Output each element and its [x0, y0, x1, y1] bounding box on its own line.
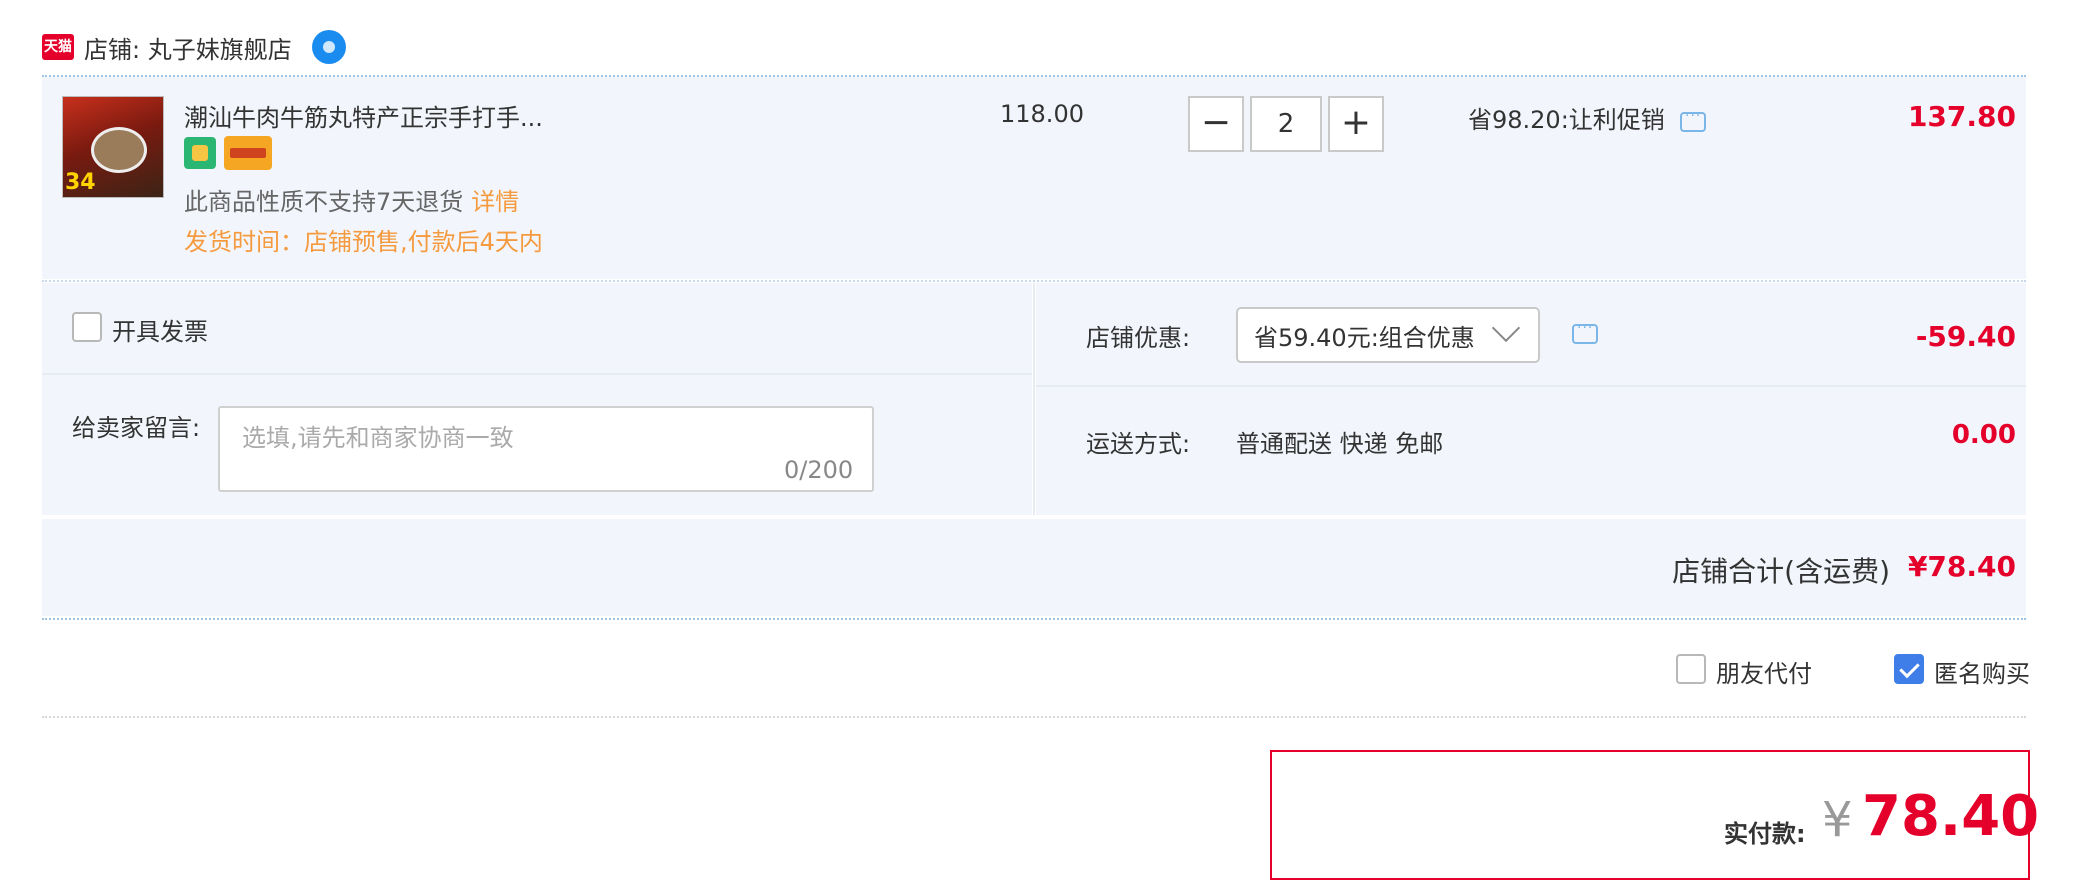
anonymous-checkbox[interactable] [1894, 654, 1924, 684]
anonymous-label: 匿名购买 [1934, 660, 2030, 688]
divider [42, 716, 2026, 718]
quantity-plus-button[interactable]: + [1328, 96, 1384, 152]
divider [42, 280, 2026, 282]
store-discount-selected: 省59.40元:组合优惠 [1254, 324, 1475, 352]
item-subtotal: 137.80 [1907, 100, 2016, 133]
store-total-label: 店铺合计(含运费) [1672, 555, 1890, 588]
credit-card-badge-icon [224, 136, 272, 170]
currency-symbol: ¥ [1822, 792, 1853, 848]
payment-label: 实付款: [1724, 820, 1806, 848]
payment-amount: 78.40 [1862, 784, 2040, 849]
quantity-input[interactable]: 2 [1250, 96, 1322, 152]
product-thumbnail[interactable]: 34 [62, 96, 164, 198]
message-label: 给卖家留言: [72, 414, 201, 442]
chat-icon[interactable] [1680, 108, 1706, 132]
unit-price: 118.00 [1000, 100, 1084, 128]
divider [42, 373, 1032, 375]
chat-icon[interactable] [1572, 320, 1598, 344]
friend-pay-label: 朋友代付 [1716, 660, 1812, 688]
ship-time: 发货时间：店铺预售,付款后4天内 [184, 228, 543, 256]
store-total-amount: ¥78.40 [1907, 550, 2016, 583]
wangwang-chat-icon[interactable] [312, 30, 346, 64]
invoice-checkbox[interactable] [72, 312, 102, 342]
details-link[interactable]: 详情 [471, 188, 519, 216]
quantity-minus-button[interactable]: − [1188, 96, 1244, 152]
store-discount-label: 店铺优惠: [1086, 324, 1191, 352]
shipping-amount: 0.00 [1951, 420, 2016, 450]
tmall-logo-icon: 天猫 [42, 34, 74, 60]
divider [42, 618, 2026, 620]
shop-name[interactable]: 店铺: 丸子妹旗舰店 [84, 30, 292, 65]
product-title[interactable]: 潮汕牛肉牛筋丸特产正宗手打手... [184, 98, 543, 133]
message-placeholder: 选填,请先和商家协商一致 [242, 424, 514, 452]
shipping-method: 普通配送 快递 免邮 [1236, 430, 1444, 458]
no-return-notice: 此商品性质不支持7天退货 详情 [184, 188, 520, 216]
divider [1036, 385, 2026, 387]
divider [1033, 283, 1035, 515]
promo-text: 省98.20:让利促销 [1468, 106, 1665, 134]
message-char-count: 0/200 [784, 456, 854, 484]
friend-pay-checkbox[interactable] [1676, 654, 1706, 684]
guarantee-badge-icon [184, 137, 216, 169]
invoice-label: 开具发票 [112, 318, 208, 346]
shipping-label: 运送方式: [1086, 430, 1191, 458]
store-discount-amount: -59.40 [1915, 320, 2016, 353]
